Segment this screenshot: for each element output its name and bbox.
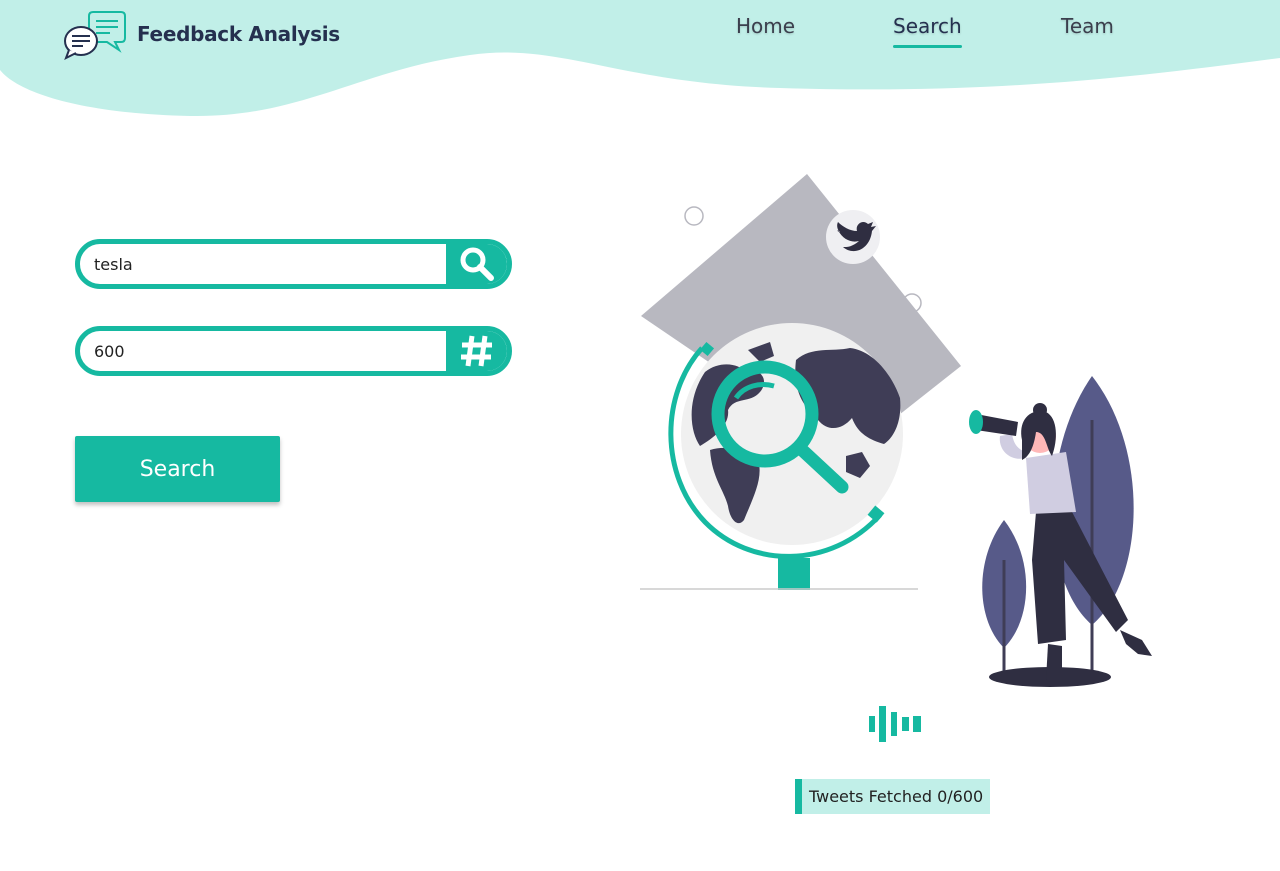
globe-explorer-illustration (640, 174, 1152, 687)
count-field (75, 326, 512, 376)
nav-home[interactable]: Home (736, 14, 795, 38)
keyword-search-button[interactable] (446, 244, 507, 284)
search-icon (460, 247, 494, 281)
hashtag-icon (460, 335, 492, 367)
main-nav: Home Search Team (0, 12, 1280, 52)
search-button[interactable]: Search (75, 436, 280, 502)
page: Feedback Analysis Home Search Team Searc… (0, 0, 1280, 871)
tweets-fetched-status: Tweets Fetched 0/600 (795, 779, 991, 814)
nav-search[interactable]: Search (893, 14, 962, 48)
loading-bars-icon (869, 706, 921, 742)
nav-team[interactable]: Team (1061, 14, 1114, 38)
keyword-input[interactable] (80, 244, 446, 284)
count-input[interactable] (80, 331, 446, 371)
count-hashtag-button[interactable] (446, 331, 507, 371)
keyword-field (75, 239, 512, 289)
